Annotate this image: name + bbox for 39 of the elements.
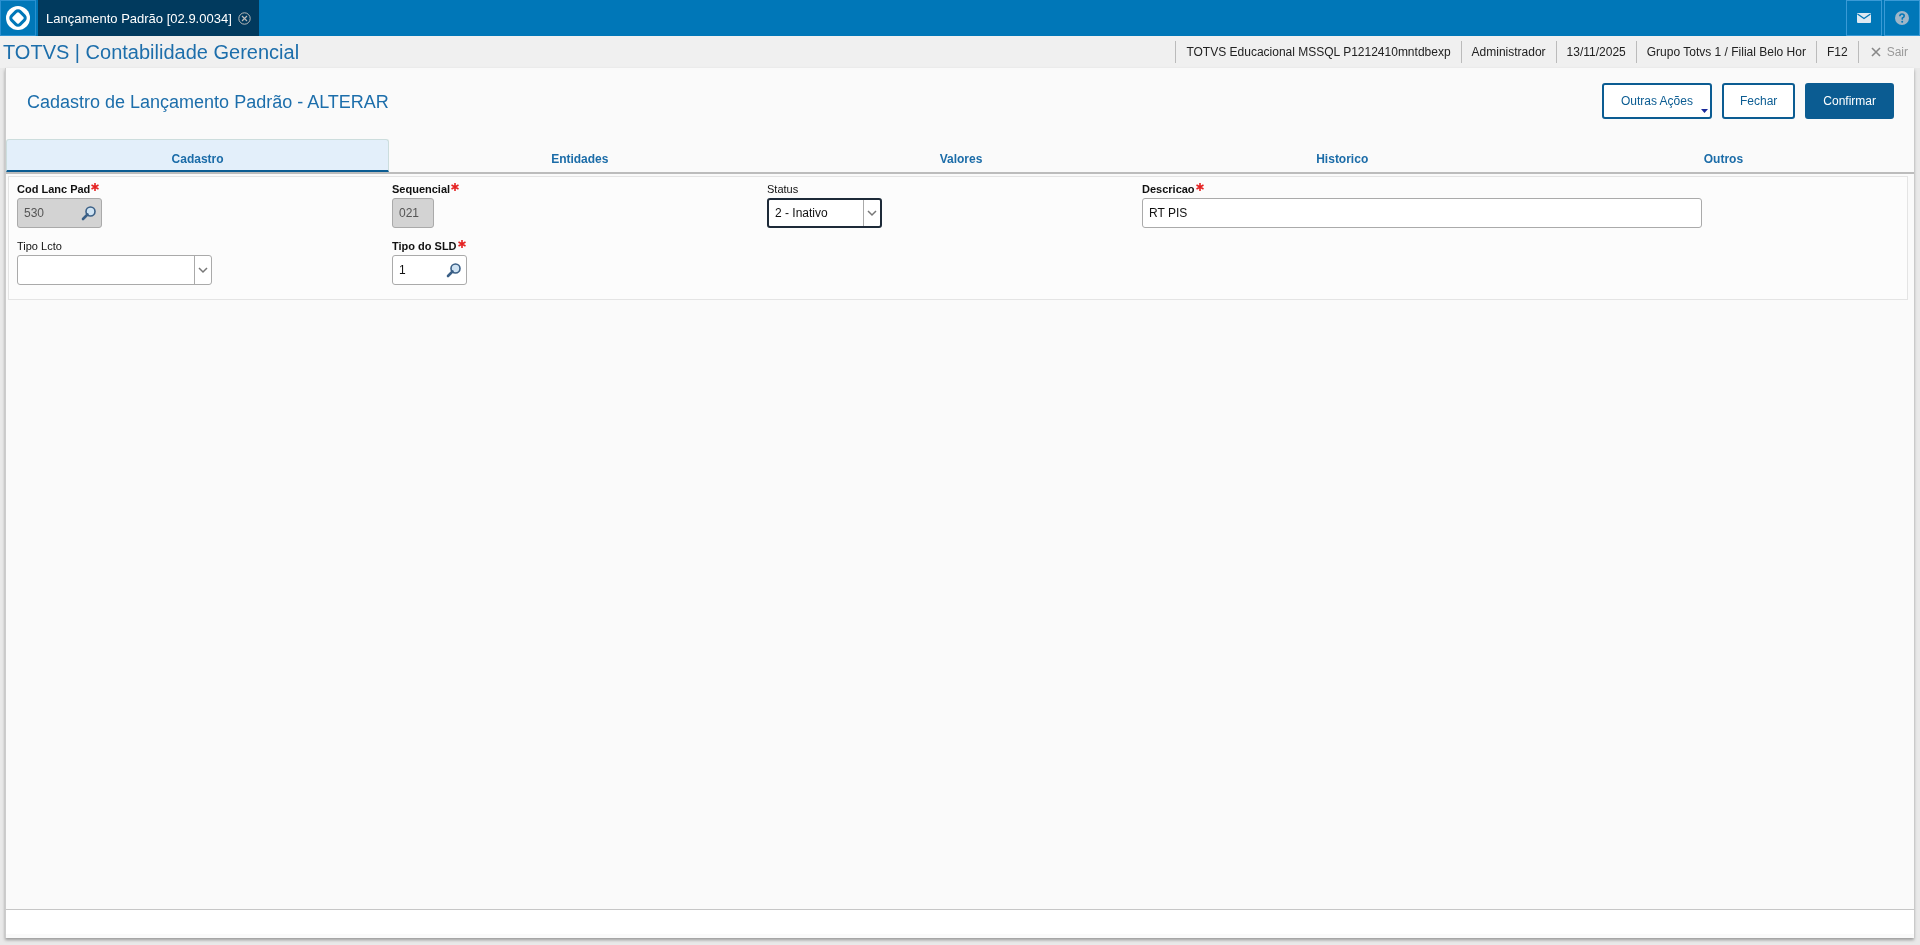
- caret-icon: [1700, 109, 1708, 113]
- more-actions-button[interactable]: Outras Ações: [1601, 83, 1712, 119]
- close-icon[interactable]: [237, 11, 251, 25]
- chevron-down-icon[interactable]: [867, 209, 877, 217]
- dropdown-field[interactable]: [17, 255, 212, 285]
- tab[interactable]: Entidades: [389, 139, 771, 172]
- help-icon[interactable]: [1895, 11, 1909, 25]
- required-icon: [91, 183, 100, 191]
- tab[interactable]: Historico: [1151, 139, 1533, 172]
- field-label: Tipo Lcto: [17, 240, 62, 252]
- field-label: Tipo do SLD: [392, 240, 457, 252]
- session-info: TOTVS Educacional MSSQL P1212410mntdbexp: [1175, 41, 1461, 63]
- mail-icon[interactable]: [1857, 13, 1871, 23]
- dropdown-field[interactable]: 2 - Inativo: [767, 198, 882, 228]
- field-label: Cod Lanc Pad: [17, 183, 91, 195]
- input-field[interactable]: 1: [392, 255, 467, 285]
- logo-icon[interactable]: [5, 5, 31, 31]
- required-icon: [457, 240, 466, 248]
- close-button[interactable]: Fechar: [1721, 83, 1796, 119]
- tab[interactable]: Cadastro: [6, 139, 390, 172]
- field-label: Sequencial: [392, 183, 451, 195]
- chevron-down-icon[interactable]: [198, 266, 208, 274]
- input-field[interactable]: RT PIS: [1142, 198, 1702, 228]
- session-info: Grupo Totvs 1 / Filial Belo Hor: [1635, 41, 1816, 63]
- app-title: TOTVS | Contabilidade Gerencial: [2, 40, 300, 64]
- session-info: Administrador: [1460, 41, 1556, 63]
- tab[interactable]: Outros: [1532, 139, 1914, 172]
- required-icon: [451, 183, 460, 191]
- confirm-button[interactable]: Confirmar: [1805, 83, 1894, 119]
- tab[interactable]: Valores: [770, 139, 1152, 172]
- field-label: Descricao: [1142, 183, 1195, 195]
- session-info: F12: [1815, 41, 1858, 63]
- page-title: Cadastro de Lançamento Padrão - ALTERAR: [26, 90, 390, 113]
- close-icon[interactable]: [1870, 47, 1881, 57]
- required-icon: [1195, 183, 1204, 191]
- field-label: Status: [767, 183, 799, 195]
- session-info: 13/11/2025: [1555, 41, 1636, 63]
- search-icon[interactable]: [446, 262, 462, 278]
- document-tab[interactable]: Lançamento Padrão [02.9.0034]: [38, 0, 259, 36]
